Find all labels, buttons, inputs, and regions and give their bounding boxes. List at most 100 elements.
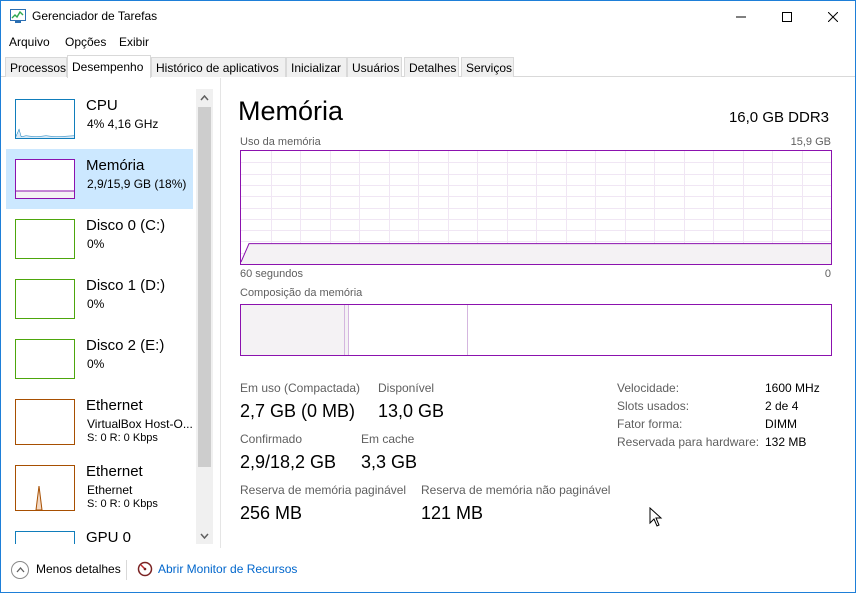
sidebar-item-subtitle: 0% [87,237,105,251]
sidebar-item-title: Disco 0 (C:) [86,217,166,234]
menu-arquivo[interactable]: Arquivo [9,35,50,49]
committed-value: 2,9/18,2 GB [240,452,337,472]
page-title: Memória [238,96,344,126]
sidebar-item-gpu-0[interactable]: GPU 0 [6,521,193,544]
sidebar-item-subtitle: VirtualBox Host-O... [87,417,193,431]
sidebar-item-disco-2[interactable]: Disco 2 (E:) 0% [6,329,193,389]
cached-label: Em cache [361,432,415,446]
tab-inicializar[interactable]: Inicializar [286,57,347,77]
sidebar-item-throughput: S: 0 R: 0 Kbps [87,432,158,444]
sidebar-item-title: Ethernet [86,397,143,414]
sidebar-item-title: Disco 2 (E:) [86,337,165,354]
memory-thumbnail-graph [15,159,75,199]
sidebar-item-title: Ethernet [86,463,143,480]
sidebar-item-ethernet[interactable]: Ethernet Ethernet S: 0 R: 0 Kbps [6,455,193,521]
slots-value: 2 de 4 [765,399,799,413]
ethernet1-thumbnail-graph [15,399,75,445]
hardware-reserved-value: 132 MB [765,435,807,449]
collapse-circle-icon[interactable] [11,561,29,579]
maximize-button[interactable] [764,1,810,32]
footer-bar: Menos detalhes Abrir Monitor de Recursos [1,553,855,591]
task-manager-app-icon [10,9,26,23]
tab-historico[interactable]: Histórico de aplicativos [151,57,286,77]
available-value: 13,0 GB [378,401,445,421]
cached-value: 3,3 GB [361,452,418,472]
sidebar-item-throughput: S: 0 R: 0 Kbps [87,498,158,510]
panel-divider [220,78,221,548]
memory-usage-plot [240,151,831,264]
tab-bar: Processos Desempenho Histórico de aplica… [1,55,855,78]
fewer-details-button[interactable]: Menos detalhes [36,562,121,576]
cpu-thumbnail-graph [15,99,75,139]
mouse-cursor-icon [649,507,663,527]
nonpaged-pool-value: 121 MB [421,503,484,523]
sidebar-item-subtitle: 2,9/15,9 GB (18%) [87,177,187,191]
scroll-down-button[interactable] [196,527,213,544]
sidebar-item-title: Disco 1 (D:) [86,277,166,294]
sidebar-item-subtitle: 4% 4,16 GHz [87,117,159,131]
disk1-thumbnail-graph [15,279,75,319]
slots-label: Slots usados: [617,399,690,413]
nonpaged-pool-label: Reserva de memória não paginável [421,483,611,497]
menu-bar: Arquivo Opções Exibir [1,32,855,52]
tab-desempenho[interactable]: Desempenho [67,55,151,78]
minimize-icon [736,16,746,17]
in-use-value: 2,7 GB (0 MB) [240,401,356,421]
usage-graph-max: 15,9 GB [790,136,831,148]
tab-servicos[interactable]: Serviços [461,57,514,77]
sidebar-item-disco-0[interactable]: Disco 0 (C:) 0% [6,209,193,269]
form-factor-label: Fator forma: [617,417,683,431]
sidebar-item-title: Memória [86,157,145,174]
footer-divider [126,560,127,580]
window-title: Gerenciador de Tarefas [32,9,158,23]
open-resource-monitor-link[interactable]: Abrir Monitor de Recursos [158,562,297,576]
sidebar-item-cpu[interactable]: CPU 4% 4,16 GHz [6,89,193,149]
menu-exibir[interactable]: Exibir [119,35,149,49]
sidebar-item-disco-1[interactable]: Disco 1 (D:) 0% [6,269,193,329]
resource-monitor-icon[interactable] [137,561,153,577]
scroll-thumb[interactable] [198,107,211,467]
usage-graph-label: Uso da memória [240,136,321,148]
sidebar-item-subtitle: 0% [87,297,105,311]
gpu-thumbnail-graph [15,531,75,544]
composition-modified [344,305,349,355]
ethernet2-thumbnail-graph [15,465,75,511]
memory-usage-area [241,243,831,264]
maximize-icon [782,11,792,22]
composition-standby-divider [467,305,468,355]
tab-processos[interactable]: Processos [5,57,67,77]
available-label: Disponível [378,381,435,395]
scroll-up-button[interactable] [196,89,213,106]
composition-label: Composição da memória [240,287,363,299]
paged-pool-value: 256 MB [240,503,303,523]
graph-time-left: 60 segundos [240,268,303,280]
task-manager-window: Gerenciador de Tarefas Arquivo Opções Ex… [0,0,856,593]
sidebar-scrollbar[interactable] [196,89,213,544]
disk0-thumbnail-graph [15,219,75,259]
tab-usuarios[interactable]: Usuários [347,57,402,77]
sidebar-item-subtitle: Ethernet [87,483,133,497]
form-factor-value: DIMM [765,417,797,431]
speed-value: 1600 MHz [765,381,820,395]
close-icon [828,11,838,22]
disk2-thumbnail-graph [15,339,75,379]
menu-opcoes[interactable]: Opções [65,35,106,49]
paged-pool-label: Reserva de memória paginável [240,483,407,497]
graph-time-right: 0 [824,268,831,280]
memory-composition-bar [240,304,832,356]
memory-spec: 16,0 GB DDR3 [728,109,829,126]
tab-detalhes[interactable]: Detalhes [404,57,459,77]
sidebar-item-ethernet-virtualbox[interactable]: Ethernet VirtualBox Host-O... S: 0 R: 0 … [6,389,193,455]
close-button[interactable] [810,1,856,32]
sidebar-item-title: GPU 0 [86,529,132,544]
chevron-up-icon [200,94,209,100]
minimize-button[interactable] [718,1,764,32]
sidebar-item-subtitle: 0% [87,357,105,371]
title-bar: Gerenciador de Tarefas [1,1,855,32]
chevron-down-icon [200,533,209,539]
speed-label: Velocidade: [617,381,680,395]
sidebar-item-memoria[interactable]: Memória 2,9/15,9 GB (18%) [6,149,193,209]
sidebar-item-title: CPU [86,97,118,114]
memory-usage-graph [240,150,832,265]
in-use-label: Em uso (Compactada) [240,381,361,395]
